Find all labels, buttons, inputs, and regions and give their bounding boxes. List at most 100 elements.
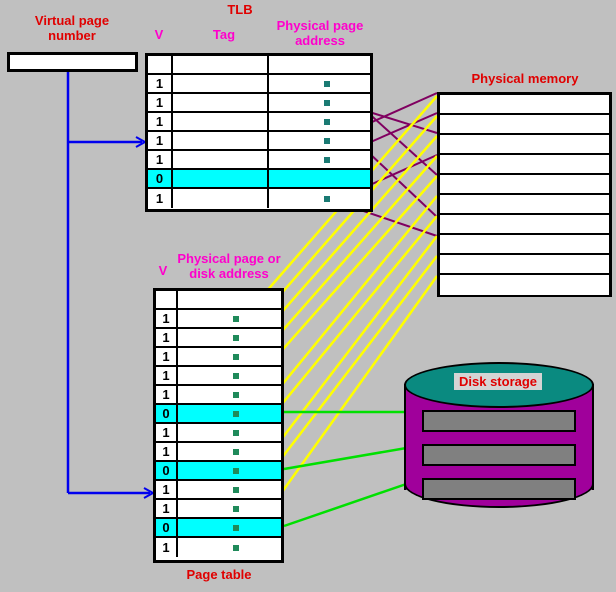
tlb-row[interactable]: 1: [148, 75, 370, 94]
tlb-valid-header: V: [154, 27, 164, 42]
tlb-tag-cell: [173, 170, 269, 187]
tlb-valid-cell: 1: [148, 75, 173, 92]
page-table-address-cell: [178, 443, 281, 460]
tlb-tag-header: Tag: [212, 27, 236, 42]
tlb-physical-page-address-header: Physical page address: [276, 18, 364, 48]
tlb-valid-cell: 0: [148, 170, 173, 187]
virtual-page-lookup-lines: [66, 72, 156, 499]
disk-platter: [422, 478, 576, 500]
tlb-physical-page-address-cell: [269, 75, 370, 92]
page-table-valid-cell: 1: [156, 424, 178, 441]
physical-memory-cell: [440, 155, 609, 173]
physical-memory-row[interactable]: [440, 195, 609, 215]
disk-storage-label: Disk storage: [454, 373, 543, 390]
page-table-row[interactable]: 1: [156, 500, 281, 519]
physical-memory-cell: [440, 115, 609, 133]
page-table-row[interactable]: 1: [156, 481, 281, 500]
pointer-dot-icon: [233, 391, 239, 398]
tlb-tag-cell: [173, 94, 269, 111]
page-table-valid-cell: 1: [156, 443, 178, 460]
tlb-row[interactable]: [148, 56, 370, 75]
page-table-row[interactable]: 1: [156, 310, 281, 329]
page-table-address-cell: [178, 481, 281, 498]
page-table-address-cell: [178, 424, 281, 441]
pointer-dot-icon: [324, 156, 330, 163]
page-table-valid-cell: 1: [156, 386, 178, 403]
page-table-address-cell: [178, 348, 281, 365]
physical-memory-row[interactable]: [440, 215, 609, 235]
tlb-row[interactable]: 1: [148, 94, 370, 113]
virtual-page-number-title: Virtual page number: [34, 13, 110, 43]
page-table-valid-cell: [156, 291, 178, 308]
page-table-valid-cell: 0: [156, 462, 178, 479]
tlb-tag-cell: [173, 113, 269, 130]
physical-memory-row[interactable]: [440, 135, 609, 155]
page-table-address-header: Physical page or disk address: [177, 251, 281, 281]
page-table-row[interactable]: 1: [156, 538, 281, 557]
page-table-valid-cell: 1: [156, 329, 178, 346]
pointer-dot-icon: [233, 524, 239, 531]
page-table-valid-cell: 1: [156, 538, 178, 557]
tlb-tag-cell: [173, 132, 269, 149]
page-table-row[interactable]: 1: [156, 424, 281, 443]
physical-memory-cell: [440, 215, 609, 233]
physical-memory-row[interactable]: [440, 115, 609, 135]
pointer-dot-icon: [233, 486, 239, 493]
page-table-address-cell: [178, 310, 281, 327]
page-table-valid-cell: 0: [156, 405, 178, 422]
page-table-row[interactable]: 0: [156, 405, 281, 424]
physical-memory-title: Physical memory: [471, 71, 579, 86]
page-table-row[interactable]: 0: [156, 519, 281, 538]
physical-memory-row[interactable]: [440, 175, 609, 195]
page-table-valid-cell: 1: [156, 367, 178, 384]
tlb-row[interactable]: 1: [148, 189, 370, 208]
physical-memory-cell: [440, 275, 609, 295]
tlb-row[interactable]: 0: [148, 170, 370, 189]
pointer-dot-icon: [324, 99, 330, 106]
tlb-tag-cell: [173, 151, 269, 168]
tlb-tag-cell: [173, 56, 269, 73]
tlb-row[interactable]: 1: [148, 151, 370, 170]
page-table-row[interactable]: 1: [156, 443, 281, 462]
page-table-row[interactable]: [156, 291, 281, 310]
page-table-address-cell: [178, 500, 281, 517]
tlb-physical-page-address-cell: [269, 113, 370, 130]
pointer-dot-icon: [233, 334, 239, 341]
page-table-title: Page table: [186, 567, 252, 582]
tlb-tag-cell: [173, 75, 269, 92]
tlb-physical-page-address-cell: [269, 170, 370, 187]
pointer-dot-icon: [324, 118, 330, 125]
tlb-valid-cell: 1: [148, 189, 173, 208]
tlb-valid-cell: 1: [148, 113, 173, 130]
page-table-row[interactable]: 1: [156, 386, 281, 405]
tlb-physical-page-address-cell: [269, 189, 370, 208]
physical-memory-cell: [440, 255, 609, 273]
tlb-row[interactable]: 1: [148, 132, 370, 151]
physical-memory-row[interactable]: [440, 275, 609, 295]
page-table: 1 1 1 1 1 0 1 1 0 1 1 0 1: [153, 288, 284, 563]
page-table-row[interactable]: 1: [156, 348, 281, 367]
tlb-table: 1 1 1 1 1 0 1: [145, 53, 373, 212]
tlb-title: TLB: [227, 2, 253, 17]
physical-memory-row[interactable]: [440, 155, 609, 175]
pointer-dot-icon: [233, 410, 239, 417]
page-table-address-cell: [178, 405, 281, 422]
page-table-valid-cell: 1: [156, 348, 178, 365]
pointer-dot-icon: [324, 195, 330, 202]
page-table-address-cell: [178, 367, 281, 384]
pointer-dot-icon: [233, 315, 239, 322]
pointer-dot-icon: [233, 505, 239, 512]
page-table-row[interactable]: 0: [156, 462, 281, 481]
page-table-row[interactable]: 1: [156, 329, 281, 348]
physical-memory-row[interactable]: [440, 235, 609, 255]
pointer-dot-icon: [233, 429, 239, 436]
tlb-row[interactable]: 1: [148, 113, 370, 132]
physical-memory-row[interactable]: [440, 255, 609, 275]
tlb-valid-cell: 1: [148, 132, 173, 149]
tlb-valid-cell: 1: [148, 151, 173, 168]
page-table-row[interactable]: 1: [156, 367, 281, 386]
pointer-dot-icon: [233, 544, 239, 551]
page-table-address-cell: [178, 291, 281, 308]
virtual-page-number-box[interactable]: [7, 52, 138, 72]
physical-memory-row[interactable]: [440, 95, 609, 115]
